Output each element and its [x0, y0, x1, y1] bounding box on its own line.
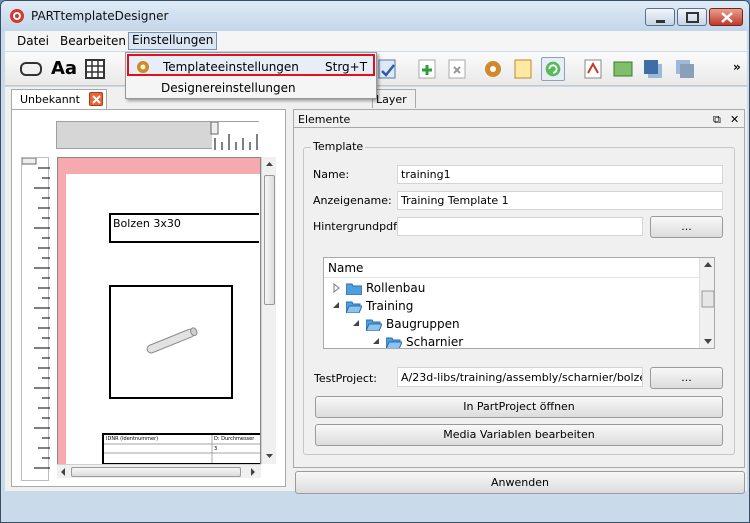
table-col2-value: 3 — [214, 446, 218, 452]
display-name-label: Anzeigename: — [313, 194, 392, 207]
settings-gear-icon[interactable] — [481, 57, 505, 81]
layer-back-icon[interactable] — [673, 57, 697, 81]
title-text-element[interactable]: Bolzen 3x30 — [109, 213, 259, 243]
einstellungen-dropdown: Templateeinstellungen Strg+T Designerein… — [125, 52, 377, 99]
table-col1-header: IDNR (Identnummer) — [106, 436, 159, 442]
variable-table-element[interactable]: IDNR (Identnummer) D: Durchmesser 3 — [102, 433, 260, 465]
display-name-field[interactable]: Training Template 1 — [397, 191, 723, 210]
open-in-partproject-button[interactable]: In PartProject öffnen — [315, 396, 723, 418]
background-pdf-label: Hintergrundpdf: — [313, 220, 401, 233]
app-logo-icon — [10, 9, 24, 23]
name-field[interactable]: training1 — [397, 165, 723, 184]
scroll-left-icon[interactable] — [57, 465, 69, 479]
toolbar-overflow-button[interactable]: » — [733, 60, 741, 74]
testproject-field[interactable]: A/23d-libs/training/assembly/scharnier/b… — [397, 367, 643, 387]
image-icon[interactable] — [611, 57, 635, 81]
text-tool-icon[interactable]: Aa — [51, 58, 77, 82]
menu-bar: Datei Bearbeiten Einstellungen — [5, 31, 747, 51]
tree-header-label: Name — [328, 261, 364, 275]
testproject-label: TestProject: — [314, 372, 378, 385]
export-icon[interactable] — [375, 57, 399, 81]
scroll-up-icon[interactable] — [262, 157, 277, 171]
menu-item-label: Templateeinstellungen — [163, 60, 299, 74]
scroll-right-icon[interactable] — [247, 465, 259, 479]
open-folder-icon — [386, 337, 402, 348]
browse-testproject-button[interactable]: ... — [650, 367, 723, 389]
minimize-button[interactable] — [645, 8, 675, 26]
menu-datei[interactable]: Datei — [13, 33, 53, 49]
menu-einstellungen[interactable]: Einstellungen — [128, 32, 218, 50]
window-title: PARTtemplateDesigner — [31, 9, 169, 23]
tab-label: Unbekannt — [20, 93, 80, 106]
tree-column-header[interactable]: Name — [324, 258, 699, 278]
menu-item-shortcut: Strg+T — [325, 60, 368, 74]
close-button[interactable] — [709, 8, 743, 26]
add-icon[interactable] — [415, 57, 439, 81]
close-icon — [721, 12, 733, 23]
title-bar: PARTtemplateDesigner — [1, 1, 749, 31]
maximize-button[interactable] — [677, 8, 707, 26]
collapse-icon[interactable] — [352, 318, 362, 330]
open-folder-icon — [366, 319, 382, 331]
hscroll-thumb[interactable] — [71, 467, 241, 477]
frame-icon[interactable] — [19, 57, 43, 81]
template-group-title: Template — [311, 140, 366, 153]
minimize-icon — [656, 20, 665, 23]
expand-icon[interactable] — [332, 282, 342, 294]
scroll-thumb[interactable] — [264, 175, 275, 305]
background-pdf-field[interactable] — [397, 217, 643, 236]
layer-tab-label: Layer — [376, 93, 407, 106]
elements-header: Elemente ⧉ ✕ — [293, 109, 745, 128]
menu-item-designereinstellungen[interactable]: Designereinstellungen — [127, 77, 375, 99]
delete-icon[interactable] — [445, 57, 469, 81]
name-label: Name: — [313, 168, 350, 181]
browse-pdf-button[interactable]: ... — [650, 216, 723, 238]
table-col2-header: D: Durchmesser — [214, 436, 255, 442]
elements-title: Elemente — [298, 113, 351, 126]
tree-item-label: Scharnier — [406, 335, 464, 349]
tab-layer[interactable]: Layer — [372, 89, 416, 108]
note-icon[interactable] — [511, 57, 535, 81]
tree-item-label: Training — [366, 299, 414, 313]
folder-icon — [346, 283, 362, 295]
open-folder-icon — [346, 301, 362, 313]
menu-item-templateeinstellungen[interactable]: Templateeinstellungen Strg+T — [127, 54, 375, 76]
layer-front-icon[interactable] — [641, 57, 665, 81]
bolzen-label: Bolzen 3x30 — [113, 217, 181, 230]
menu-bearbeiten[interactable]: Bearbeiten — [56, 33, 130, 49]
collapse-icon[interactable] — [372, 336, 382, 348]
sheet-vertical-scrollbar[interactable] — [261, 157, 276, 464]
pdf-icon[interactable] — [581, 57, 605, 81]
close-panel-icon[interactable]: ✕ — [730, 113, 739, 126]
float-panel-icon[interactable]: ⧉ — [713, 113, 721, 127]
table-icon[interactable] — [83, 57, 107, 81]
tree-item-label: Rollenbau — [366, 281, 426, 295]
edit-media-variables-button[interactable]: Media Variablen bearbeiten — [315, 424, 723, 446]
app-window: PARTtemplateDesigner Datei Bearbeiten Ei… — [0, 0, 750, 523]
menu-item-label: Designereinstellungen — [161, 81, 296, 95]
refresh-icon[interactable] — [541, 57, 565, 81]
maximize-icon — [686, 12, 699, 23]
tab-close-icon[interactable] — [89, 92, 103, 106]
collapse-icon[interactable] — [332, 300, 342, 312]
vertical-ruler — [21, 157, 50, 481]
tree-item-label: Baugruppen — [386, 317, 460, 331]
scroll-down-icon[interactable] — [262, 449, 277, 463]
apply-button[interactable]: Anwenden — [295, 471, 745, 494]
horizontal-ruler — [56, 121, 260, 150]
template-settings-icon — [137, 61, 149, 73]
sheet-horizontal-scrollbar[interactable] — [57, 464, 261, 478]
tree-scrollbar[interactable] — [699, 258, 714, 348]
bolt-image-icon — [146, 327, 198, 354]
image-element[interactable] — [109, 285, 233, 399]
project-tree[interactable]: Name Rollenbau Training Baugruppen Schar… — [323, 257, 715, 349]
